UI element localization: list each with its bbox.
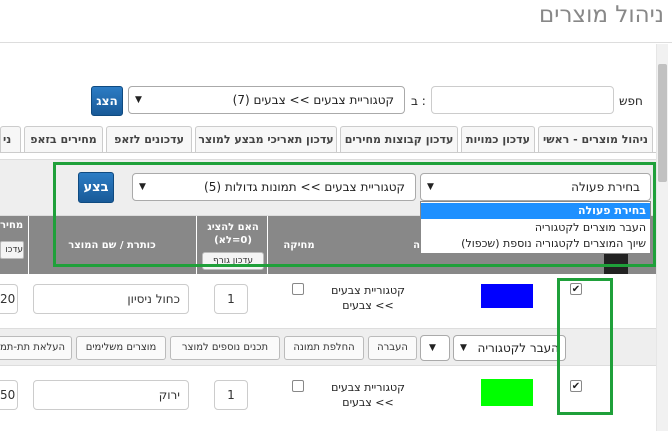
highlight-box [53,162,656,267]
page-title: ניהול מוצרים [539,2,664,28]
move-category-value: העבר לקטגוריה [477,341,559,355]
tab-zap-prices[interactable]: מחירים בזאפ [24,126,103,152]
tab-update-price-groups[interactable]: עדכון קבוצות מחירים [340,126,458,152]
replace-image-button[interactable]: החלפת תמונה [284,336,364,360]
product-name-input[interactable]: ירוק [33,380,189,410]
price-input[interactable]: 50 [0,380,18,410]
display-input[interactable]: 1 [214,284,248,314]
chevron-down-icon: ▼ [429,343,436,353]
scrollbar-thumb[interactable] [658,64,667,182]
delete-checkbox[interactable] [292,283,304,295]
highlight-box [557,278,613,415]
search-label: חפש [619,94,643,108]
complementary-products-button[interactable]: מוצרים משלימים [76,336,166,360]
product-category: קטגוריית צבעים >> צבעים [331,381,405,409]
product-category: קטגוריית צבעים >> צבעים [331,284,405,312]
search-category-value: קטגוריית צבעים >> צבעים (7) [232,93,394,107]
search-category-select[interactable]: קטגוריית צבעים >> צבעים (7) ▼ [128,86,405,114]
display-input[interactable]: 1 [214,380,248,410]
product-thumbnail [481,284,533,308]
more-content-button[interactable]: תכנים נוספים למוצר [170,336,280,360]
tab-more[interactable]: ני [0,126,21,152]
show-button[interactable]: הצג [91,86,123,116]
move-button[interactable]: העברה [368,336,417,360]
delete-checkbox[interactable] [292,380,304,392]
price-header: מחיר עדכו [0,216,29,274]
move-category-select[interactable]: העבר לקטגוריה ▼ [453,335,566,361]
price-bulk-update-button[interactable]: עדכו [0,241,24,259]
price-header-label: מחיר [0,220,24,231]
product-thumbnail [481,379,533,406]
tab-update-sale-dates[interactable]: עדכון תאריכי מבצע למוצר [195,126,337,152]
tab-zap-updates[interactable]: עדכונים לזאפ [106,126,192,152]
tab-update-quantities[interactable]: עדכון כמויות [461,126,535,152]
product-name-input[interactable]: כחול ניסיון [33,284,189,314]
move-target-select[interactable]: ▼ [420,335,450,361]
search-in-label: ב : [411,94,426,108]
tab-main-product-management[interactable]: ניהול מוצרים - ראשי [538,126,653,152]
chevron-down-icon: ▼ [135,95,142,105]
upload-sub-images-button[interactable]: העלאת תת-תמ [0,336,72,360]
price-input[interactable]: 20 [0,284,18,314]
tabs-divider [0,152,656,153]
search-input[interactable] [431,86,614,114]
chevron-down-icon: ▼ [460,343,467,353]
